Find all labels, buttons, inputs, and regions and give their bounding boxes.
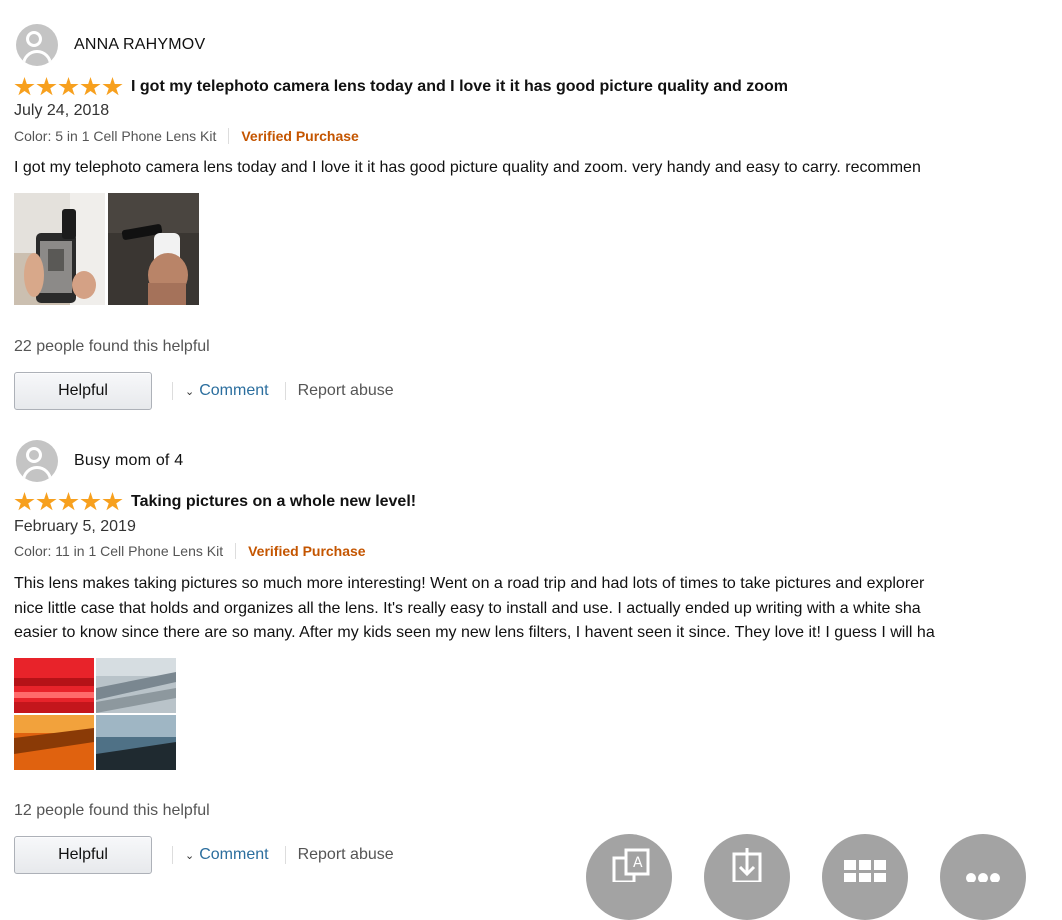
svg-text:A: A [633, 855, 643, 871]
reviewer-profile[interactable]: Busy mom of 4 [16, 440, 183, 482]
reviewer-name[interactable]: Busy mom of 4 [74, 452, 183, 470]
more-button[interactable] [940, 834, 1026, 920]
review-photo[interactable] [108, 193, 199, 305]
reviewer-profile[interactable]: ANNA RAHYMOV [16, 24, 205, 66]
chevron-down-icon: ⌄ [185, 385, 195, 398]
verified-purchase-badge: Verified Purchase [248, 543, 366, 559]
avatar [16, 440, 58, 482]
comment-label[interactable]: Comment [199, 382, 268, 400]
review-date: February 5, 2019 [14, 518, 136, 535]
hand-holding-phone-image [108, 193, 199, 305]
reviewer-name[interactable]: ANNA RAHYMOV [74, 36, 205, 54]
star-icon [102, 77, 123, 96]
helpful-count: 22 people found this helpful [14, 338, 210, 355]
review-title[interactable]: I got my telephoto camera lens today and… [131, 78, 788, 96]
star-icon [36, 77, 57, 96]
review-body: This lens makes taking pictures so much … [14, 572, 1062, 646]
review-photo[interactable] [14, 658, 176, 770]
divider [228, 128, 230, 144]
divider [284, 382, 286, 400]
chevron-down-icon: ⌄ [185, 849, 195, 862]
divider [172, 382, 173, 400]
helpful-button[interactable]: Helpful [14, 836, 152, 874]
review-body: I got my telephoto camera lens today and… [14, 156, 1062, 181]
divider [172, 846, 173, 864]
review-body-line: nice little case that holds and organize… [14, 599, 921, 617]
star-rating[interactable] [14, 492, 123, 512]
color-option[interactable]: Color: 5 in 1 Cell Phone Lens Kit [14, 128, 216, 144]
review-photo[interactable] [14, 193, 105, 305]
review-body-line: This lens makes taking pictures so much … [14, 575, 925, 592]
star-rating[interactable] [14, 77, 123, 97]
helpful-button[interactable]: Helpful [14, 372, 152, 410]
star-icon [80, 77, 101, 96]
avatar [16, 24, 58, 66]
report-abuse-link[interactable]: Report abuse [298, 382, 394, 400]
grid-button[interactable] [822, 834, 908, 920]
review-title[interactable]: Taking pictures on a whole new level! [131, 493, 416, 511]
divider [235, 543, 237, 559]
review-body-line: I got my telephoto camera lens today and… [14, 159, 921, 176]
comment-label[interactable]: Comment [199, 846, 268, 864]
report-abuse-link[interactable]: Report abuse [298, 846, 394, 864]
divider [284, 846, 286, 864]
helpful-count: 12 people found this helpful [14, 802, 210, 819]
phone-with-lens-image [14, 193, 105, 305]
comment-link[interactable]: ⌄ Comment [185, 846, 269, 864]
star-icon [58, 77, 79, 96]
star-icon [80, 492, 101, 511]
review-date: July 24, 2018 [14, 102, 110, 119]
download-button[interactable] [704, 834, 790, 920]
color-option[interactable]: Color: 11 in 1 Cell Phone Lens Kit [14, 543, 223, 559]
lens-filter-collage-image [14, 658, 176, 770]
comment-link[interactable]: ⌄ Comment [185, 382, 269, 400]
translate-button[interactable]: A [586, 834, 672, 920]
star-icon [58, 492, 79, 511]
review-body-line: easier to know since there are so many. … [14, 624, 935, 641]
star-icon [102, 492, 123, 511]
star-icon [36, 492, 57, 511]
star-icon [14, 77, 35, 96]
verified-purchase-badge: Verified Purchase [241, 128, 359, 144]
star-icon [14, 492, 35, 511]
